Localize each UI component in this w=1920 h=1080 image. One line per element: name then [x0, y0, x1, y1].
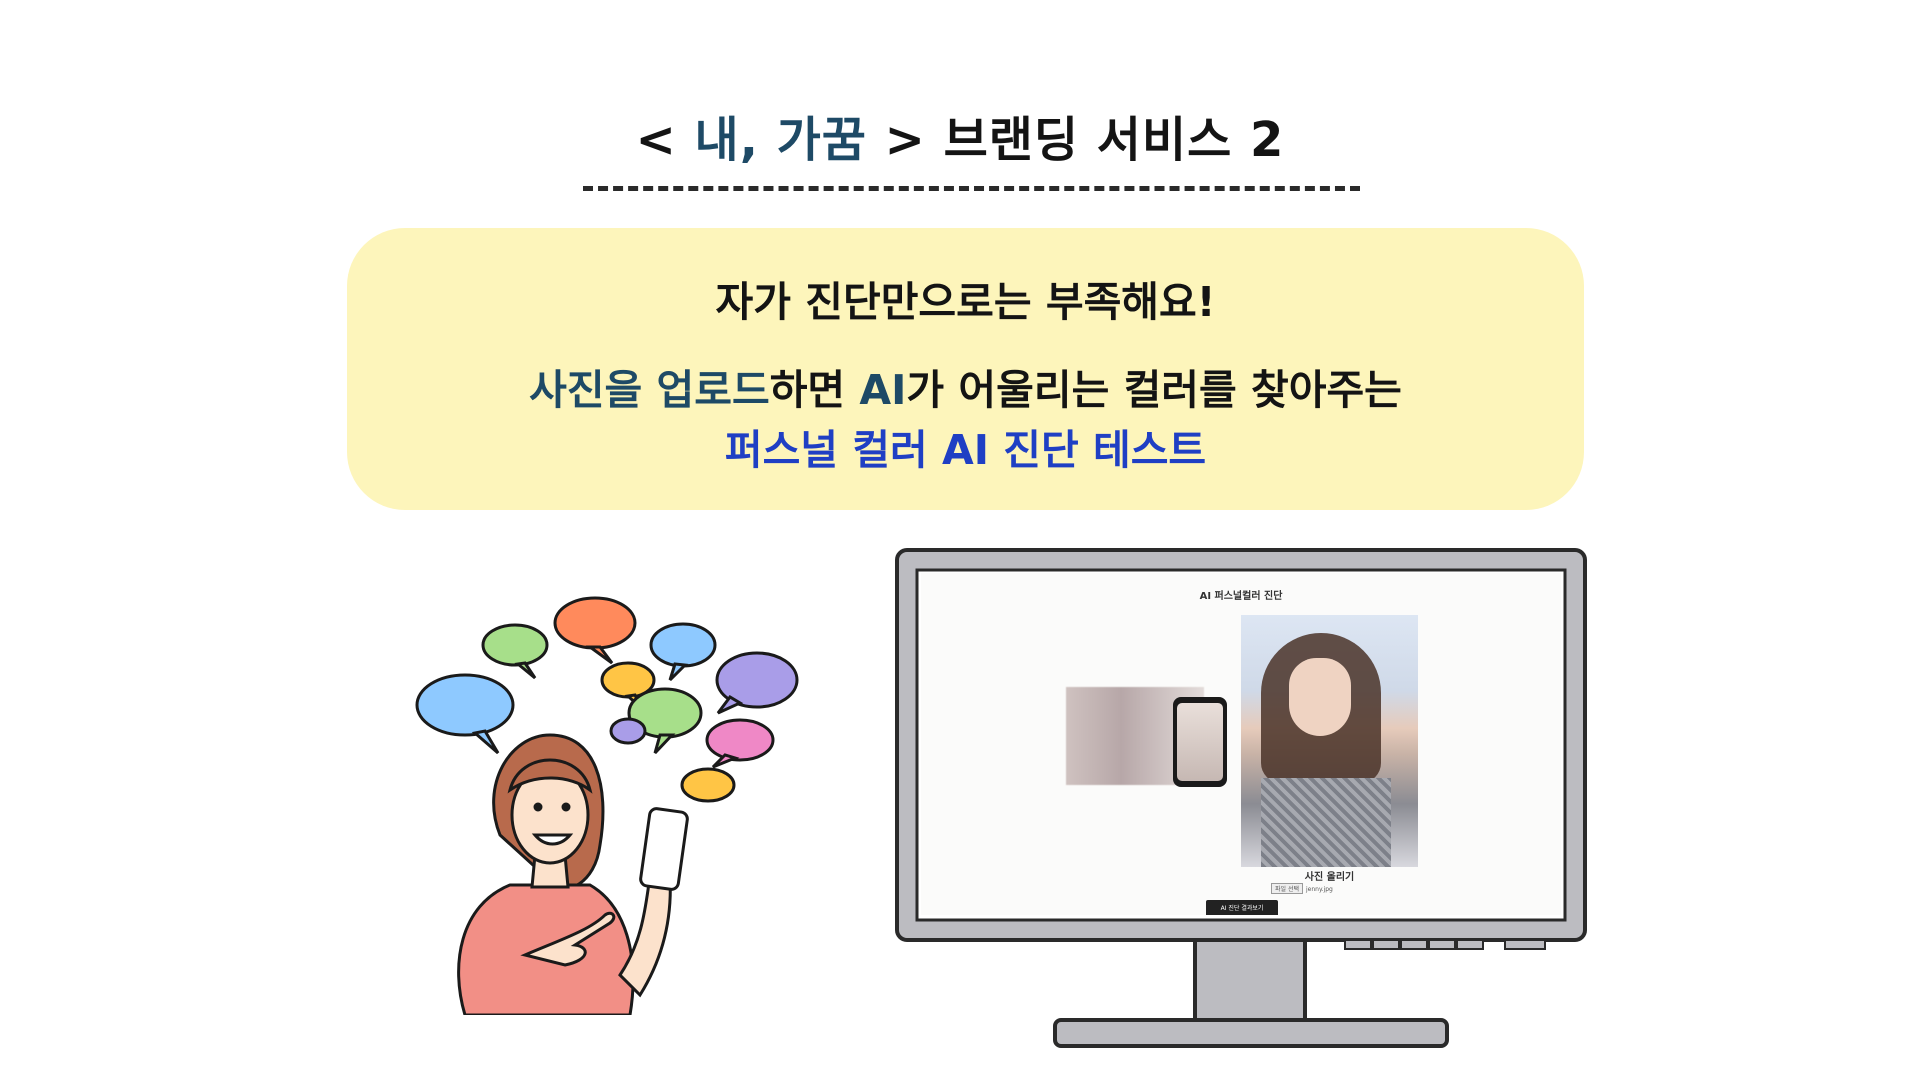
portrait-face — [1289, 658, 1351, 736]
phone-icon — [1173, 697, 1227, 787]
speech-bubble-icon — [553, 596, 637, 650]
page-title: < 내, 가꿈 > 브랜딩 서비스 2 — [0, 100, 1920, 170]
file-input-row: 파일 선택 jenny.jpg — [1271, 883, 1411, 895]
title-brand: 내, 가꿈 — [694, 112, 867, 168]
callout-test-name: 퍼스널 컬러 AI 진단 테스트 — [724, 426, 1207, 474]
speech-bubble-icon — [649, 622, 717, 668]
upload-label: 사진 올리기 — [1304, 872, 1355, 883]
ai-result-button[interactable]: AI 진단 결과보기 — [1206, 900, 1278, 915]
screen-title: AI 퍼스널컬러 진단 — [1199, 591, 1283, 602]
monitor-screen: AI 퍼스널컬러 진단 사진 올리기 파일 선택 jenny.jpg AI 진단 … — [921, 573, 1561, 915]
callout-headline: 자가 진단만으로는 부족해요! — [715, 278, 1216, 326]
speech-bubble-icon — [680, 767, 736, 803]
speech-bubble-icon — [609, 717, 647, 745]
callout-box: 자가 진단만으로는 부족해요! 사진을 업로드하면 AI가 어울리는 컬러를 찾… — [347, 228, 1584, 510]
callout-text-4: 가 어울리는 컬러를 찾아주는 — [906, 366, 1402, 414]
callout-text-2: 하면 — [769, 366, 860, 414]
callout-upload-text: 사진을 업로드 — [529, 366, 770, 414]
speech-bubble-icon — [705, 718, 775, 762]
woman-with-phone-illustration — [415, 596, 799, 1015]
file-select-button[interactable]: 파일 선택 — [1271, 883, 1303, 894]
portrait-dress — [1261, 778, 1391, 867]
speech-bubble-icon — [481, 623, 549, 667]
file-name: jenny.jpg — [1306, 886, 1333, 893]
callout-ai-text: AI — [859, 366, 907, 414]
dashed-divider — [583, 186, 1360, 191]
callout-description: 사진을 업로드하면 AI가 어울리는 컬러를 찾아주는 — [347, 356, 1584, 416]
title-open: < — [635, 112, 695, 168]
speech-bubble-icon — [415, 673, 515, 737]
title-close: > 브랜딩 서비스 2 — [866, 112, 1285, 168]
